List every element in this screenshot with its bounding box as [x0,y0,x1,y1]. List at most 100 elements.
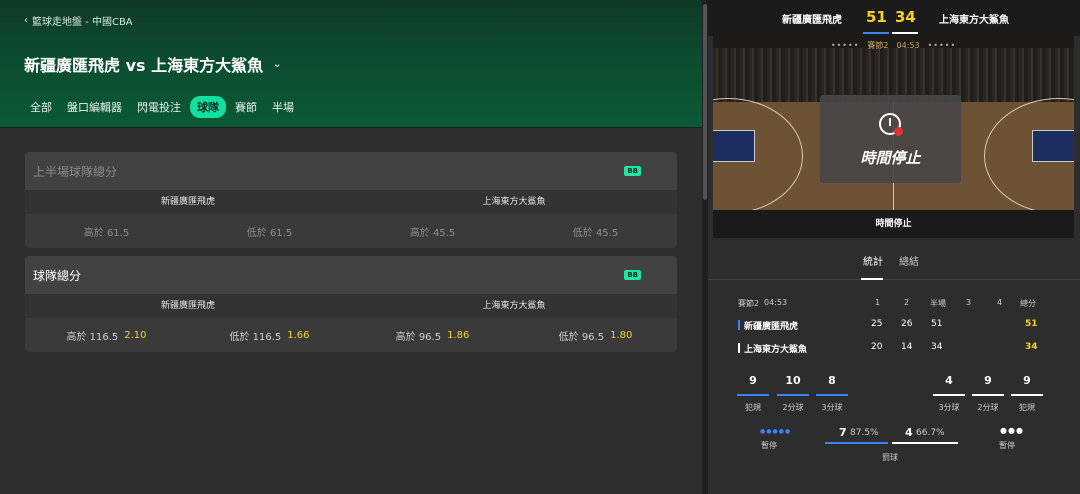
away-color-bar [738,343,740,353]
ft-away-pct: 66.7% [916,428,945,438]
tab-half[interactable]: 半場 [266,96,300,118]
odds-button[interactable]: 高於 61.5 [25,214,188,248]
live-panel: 新疆廣匯飛虎 51 34 上海東方大鯊魚 ••••• 賽節2 04:53 •••… [708,0,1080,494]
app-root: ‹ 籃球走地盤 - 中國CBA 新疆廣匯飛虎 vs 上海東方大鯊魚 ⌄ 全部 盤… [0,0,1080,494]
market-card-header[interactable]: 上半場球隊總分 BB [25,152,677,190]
odds-price: 1.86 [447,329,470,341]
table-away-team: 上海東方大鯊魚 [744,345,808,355]
scrollbar-thumb[interactable] [703,4,707,200]
market-card-first-half-team-total: 上半場球隊總分 BB 新疆廣匯飛虎 上海東方大鯊魚 高於 61.5 低於 61.… [25,152,677,248]
odds-button[interactable]: 高於 96.5 1.86 [351,318,514,352]
home-timeout-dots: ●●●●● [760,428,792,435]
ft-label: 罰球 [882,453,898,462]
odds-button[interactable]: 高於 45.5 [351,214,514,248]
away-timeouts-dots: ••••• [927,40,957,50]
table-away-half: 34 [931,342,943,352]
markets-panel: ‹ 籃球走地盤 - 中國CBA 新疆廣匯飛虎 vs 上海東方大鯊魚 ⌄ 全部 盤… [0,0,702,494]
odds-button[interactable]: 高於 116.5 2.10 [25,318,188,352]
tab-quarter[interactable]: 賽節 [229,96,263,118]
timeout-text: 時間停止 [860,149,921,167]
ft-home-value: 7 [839,426,847,439]
away-3pt-underline [933,394,965,396]
tab-team[interactable]: 球隊 [190,96,226,118]
table-period: 賽節2 [738,299,760,308]
home-color-bar [738,320,740,330]
odds-label: 高於 45.5 [409,227,456,239]
home-score-underline [863,32,889,34]
odds-row: 高於 61.5 低於 61.5 高於 45.5 低於 45.5 [25,214,677,248]
away-3pt-value: 4 [945,374,953,387]
home-team-name: 新疆廣匯飛虎 [782,15,842,26]
period-label: 賽節2 [867,40,889,50]
ft-away-bar [892,442,958,444]
away-fouls-value: 9 [1023,374,1031,387]
home-fouls-value: 9 [749,374,757,387]
away-2pt-value: 9 [984,374,992,387]
home-fouls-underline [737,394,769,396]
home-timeouts-dots: ••••• [830,40,860,50]
market-card-team-total: 球隊總分 BB 新疆廣匯飛虎 上海東方大鯊魚 高於 116.5 2.10 低於 1… [25,256,677,352]
bet-builder-badge: BB [624,270,641,280]
pause-icon [894,127,903,136]
away-fouls-label: 犯規 [1019,403,1035,412]
odds-price: 1.66 [287,329,310,341]
table-header-q2: 2 [904,298,910,307]
tab-all[interactable]: 全部 [24,96,58,118]
stats-tabs: 統計 總結 [708,238,1080,280]
table-header-total: 總分 [1020,299,1036,308]
odds-button[interactable]: 低於 96.5 1.80 [514,318,677,352]
table-away-q1: 20 [871,342,883,352]
odds-label: 高於 116.5 [66,331,119,343]
home-2pt-underline [777,394,809,396]
market-title: 上半場球隊總分 [33,164,118,179]
table-header-q1: 1 [875,298,881,307]
home-3pt-value: 8 [828,374,836,387]
odds-label: 低於 45.5 [572,227,619,239]
away-2pt-underline [972,394,1004,396]
table-home-q2: 26 [901,319,913,329]
table-home-total: 51 [1025,319,1038,329]
odds-button[interactable]: 低於 61.5 [188,214,351,248]
ft-away-value: 4 [905,426,913,439]
match-header: ‹ 籃球走地盤 - 中國CBA 新疆廣匯飛虎 vs 上海東方大鯊魚 ⌄ 全部 盤… [0,0,702,128]
market-card-header[interactable]: 球隊總分 BB [25,256,677,294]
timeout-overlay: 時間停止 [820,95,961,183]
ft-home-bar [825,442,888,444]
breadcrumb-label[interactable]: 籃球走地盤 - 中國CBA [32,13,133,28]
odds-button[interactable]: 低於 116.5 1.66 [188,318,351,352]
bet-builder-badge: BB [624,166,641,176]
home-timeout-label: 暫停 [761,441,777,450]
table-clock: 04:53 [764,298,788,307]
table-header-half: 半場 [930,299,946,308]
home-score: 51 [866,8,887,26]
odds-button[interactable]: 低於 45.5 [514,214,677,248]
court-top-info: ••••• 賽節2 04:53 ••••• [713,38,1074,52]
court-lane-right [1032,130,1074,162]
team-name-away: 上海東方大鯊魚 [482,301,546,311]
away-timeout-dots: ●●● [1000,426,1024,435]
team-header-row: 新疆廣匯飛虎 上海東方大鯊魚 [25,190,677,214]
away-2pt-label: 2分球 [977,403,999,412]
team-header-row: 新疆廣匯飛虎 上海東方大鯊魚 [25,294,677,318]
away-team-name: 上海東方大鯊魚 [939,15,1009,26]
away-3pt-label: 3分球 [938,403,960,412]
match-title[interactable]: 新疆廣匯飛虎 vs 上海東方大鯊魚 ⌄ [24,52,282,76]
table-home-half: 51 [931,319,943,329]
away-score: 34 [895,8,916,26]
chevron-left-icon[interactable]: ‹ [24,15,28,26]
team-name-home: 新疆廣匯飛虎 [160,197,215,207]
odds-label: 高於 61.5 [83,227,130,239]
table-header-q3: 3 [966,298,972,307]
ft-home-pct: 87.5% [850,428,879,438]
table-away-total: 34 [1025,342,1038,352]
away-score-underline [892,32,918,34]
tab-stats[interactable]: 統計 [863,253,883,268]
chevron-down-icon[interactable]: ⌄ [273,59,281,70]
match-visualization: ••••• 賽節2 04:53 ••••• 時間停止 時間停止 [713,36,1074,238]
breadcrumb[interactable]: ‹ 籃球走地盤 - 中國CBA [24,13,133,28]
odds-row: 高於 116.5 2.10 低於 116.5 1.66 高於 96.5 1.86 低於… [25,318,677,352]
team-name-away: 上海東方大鯊魚 [482,197,546,207]
tab-bet-builder[interactable]: 盤口編輯器 [61,96,128,118]
tab-summary[interactable]: 總結 [899,253,919,268]
tab-flash-bet[interactable]: 閃電投注 [131,96,187,118]
